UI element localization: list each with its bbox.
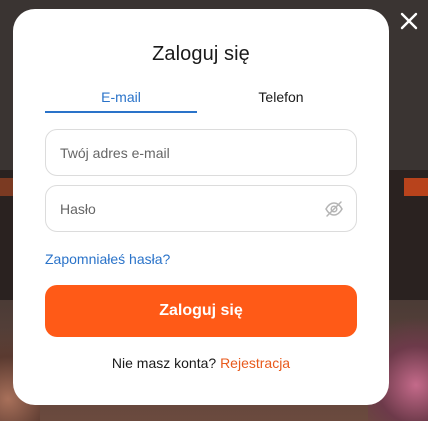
modal-title: Zaloguj się <box>152 43 250 65</box>
eye-off-icon <box>325 201 343 217</box>
login-button[interactable]: Zaloguj się <box>45 285 357 337</box>
active-tab-indicator <box>45 111 197 113</box>
password-field-container <box>45 185 357 232</box>
register-row: Nie masz konta? Rejestracja <box>13 355 389 371</box>
close-icon <box>400 12 418 30</box>
login-method-tabs: E-mail Telefon <box>45 89 357 113</box>
password-input[interactable] <box>60 186 320 231</box>
tab-email[interactable]: E-mail <box>45 89 197 113</box>
password-visibility-toggle[interactable] <box>324 199 344 219</box>
register-link[interactable]: Rejestracja <box>220 355 290 371</box>
close-button[interactable] <box>398 10 420 32</box>
email-field-container <box>45 129 357 176</box>
register-prompt: Nie masz konta? <box>111 355 217 371</box>
tab-phone[interactable]: Telefon <box>205 89 357 113</box>
background-decoration <box>0 178 14 196</box>
background-decoration <box>404 178 428 196</box>
forgot-password-link[interactable]: Zapomniałeś hasła? <box>45 251 170 267</box>
login-modal: Zaloguj się E-mail Telefon Zapomniałeś h… <box>13 9 389 405</box>
email-input[interactable] <box>60 130 320 175</box>
